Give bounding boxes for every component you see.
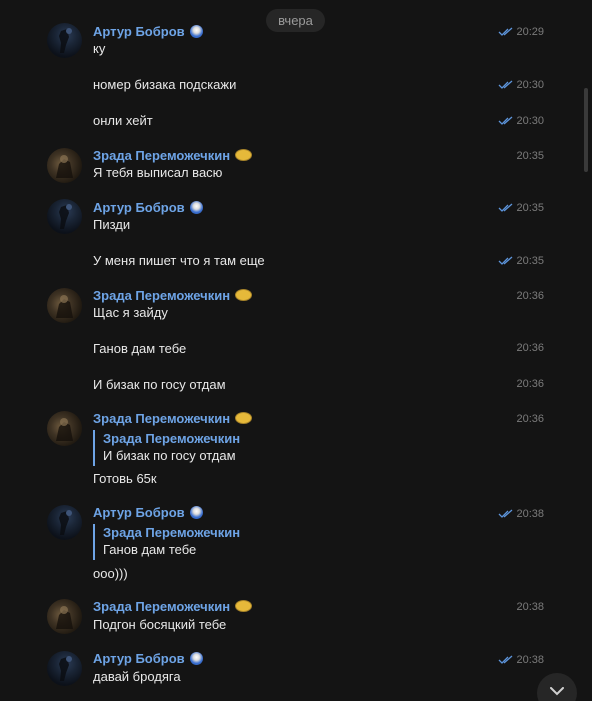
double-check-icon (499, 509, 513, 518)
message-time: 20:30 (498, 114, 544, 128)
avatar[interactable] (47, 505, 82, 540)
message-time: 20:30 (498, 78, 544, 92)
sender-name[interactable]: Зрада Переможечкин (93, 598, 253, 614)
message-text: онли хейт (93, 113, 153, 128)
sender-name[interactable]: Зрада Переможечкин (93, 410, 253, 426)
avatar[interactable] (47, 411, 82, 446)
message-text: Подгон босяцкий тебе (93, 617, 227, 632)
sender-name[interactable]: Артур Бобров (93, 650, 203, 666)
message-time: 20:35 (498, 201, 544, 215)
message-text: Готовь 65к (93, 471, 157, 486)
blue-emoji-badge-icon (189, 505, 203, 519)
message-text: Пизди (93, 217, 131, 232)
double-check-icon (499, 256, 513, 265)
message-time: 20:36 (516, 290, 544, 302)
message-text: ооо))) (93, 566, 128, 581)
sender-name[interactable]: Зрада Переможечкин (93, 287, 253, 303)
reply-text: И бизак по госу отдам (103, 448, 236, 463)
chat-history[interactable]: вчера Артур Бобров ку 20:29 номер бизака… (0, 0, 592, 701)
blue-emoji-badge-icon (189, 651, 203, 665)
reply-quote[interactable]: Зрада Переможечкин И бизак по госу отдам (93, 430, 240, 466)
chevron-down-icon (550, 687, 564, 696)
double-check-icon (499, 27, 513, 36)
blue-emoji-badge-icon (189, 200, 203, 214)
double-check-icon (499, 655, 513, 664)
date-separator: вчера (266, 9, 325, 32)
message-text: давай бродяга (93, 669, 181, 684)
scroll-down-button[interactable] (537, 673, 577, 701)
message-time: 20:38 (498, 653, 544, 667)
avatar[interactable] (47, 599, 82, 634)
message-text: У меня пишет что я там еще (93, 253, 265, 268)
message-text: Ганов дам тебе (93, 341, 187, 356)
avatar[interactable] (47, 23, 82, 58)
message-time: 20:36 (516, 378, 544, 390)
avatar[interactable] (47, 148, 82, 183)
sender-name[interactable]: Артур Бобров (93, 504, 203, 520)
message-time: 20:38 (516, 601, 544, 613)
double-check-icon (499, 116, 513, 125)
double-check-icon (499, 203, 513, 212)
reply-quote[interactable]: Зрада Переможечкин Ганов дам тебе (93, 524, 240, 560)
message-time: 20:36 (516, 342, 544, 354)
message-time: 20:35 (498, 254, 544, 268)
message-time: 20:35 (516, 150, 544, 162)
gold-emoji-badge-icon (235, 600, 253, 612)
message-text: ку (93, 41, 106, 56)
gold-emoji-badge-icon (235, 412, 253, 424)
avatar[interactable] (47, 651, 82, 686)
avatar[interactable] (47, 199, 82, 234)
message-time: 20:38 (498, 507, 544, 521)
message-text: номер бизака подскажи (93, 77, 237, 92)
reply-author: Зрада Переможечкин (103, 431, 241, 446)
double-check-icon (499, 80, 513, 89)
blue-emoji-badge-icon (189, 24, 203, 38)
sender-name[interactable]: Артур Бобров (93, 23, 203, 39)
avatar[interactable] (47, 288, 82, 323)
scrollbar-thumb[interactable] (584, 88, 588, 172)
message-text: И бизак по госу отдам (93, 377, 226, 392)
message-time: 20:29 (498, 25, 544, 39)
message-text: Я тебя выписал васю (93, 165, 223, 180)
message-time: 20:36 (516, 413, 544, 425)
message-text: Щас я зайду (93, 305, 168, 320)
sender-name[interactable]: Артур Бобров (93, 199, 203, 215)
reply-author: Зрада Переможечкин (103, 525, 241, 540)
sender-name[interactable]: Зрада Переможечкин (93, 147, 253, 163)
reply-text: Ганов дам тебе (103, 542, 197, 557)
gold-emoji-badge-icon (235, 289, 253, 301)
gold-emoji-badge-icon (235, 149, 253, 161)
